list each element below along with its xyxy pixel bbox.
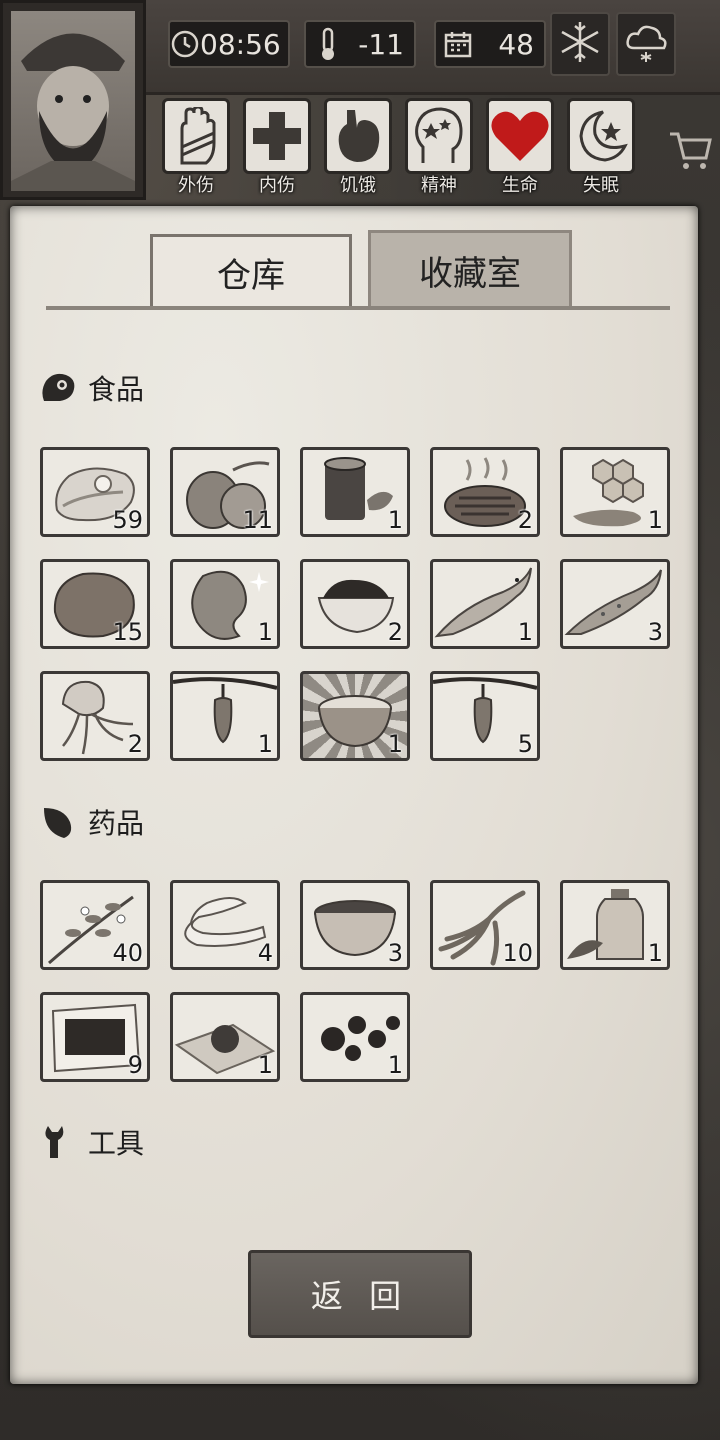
- heart-icon: [486, 98, 554, 174]
- shopping-cart-icon[interactable]: [668, 128, 712, 172]
- item-count: 1: [257, 730, 273, 758]
- item-count: 1: [387, 730, 403, 758]
- inventory-slot[interactable]: 9: [40, 992, 150, 1082]
- clock-readout: 08:56: [168, 20, 290, 68]
- section-title-food: 食品: [38, 366, 144, 410]
- inventory-slot[interactable]: 1: [170, 671, 280, 761]
- tab-label: 收藏室: [419, 254, 521, 294]
- item-count: 2: [387, 618, 403, 646]
- item-count: 59: [112, 506, 143, 534]
- inventory-slot[interactable]: 2: [300, 559, 410, 649]
- inventory-slot[interactable]: 15: [40, 559, 150, 649]
- bearded-man-avatar: [11, 11, 135, 191]
- inventory-slot[interactable]: 1: [300, 992, 410, 1082]
- clock-icon: [170, 22, 200, 66]
- section-title-text: 食品: [88, 373, 145, 406]
- section-title-text: 药品: [88, 807, 145, 840]
- meat-icon: [38, 368, 78, 408]
- item-count: 1: [257, 1051, 273, 1079]
- thermometer-icon: [306, 22, 350, 66]
- item-count: 2: [127, 730, 143, 758]
- inventory-slot[interactable]: 1: [300, 447, 410, 537]
- status-health[interactable]: 生命: [486, 98, 554, 198]
- day-value: 48: [498, 27, 534, 61]
- day-readout: 48: [434, 20, 546, 68]
- inventory-slot[interactable]: 1: [560, 447, 670, 537]
- status-label: 饥饿: [340, 175, 376, 196]
- status-label: 生命: [502, 175, 538, 196]
- return-label: 返 回: [310, 1277, 410, 1315]
- temperature-value: -11: [358, 27, 404, 61]
- inventory-slot[interactable]: 1: [430, 559, 540, 649]
- status-hunger[interactable]: 饥饿: [324, 98, 392, 198]
- section-title-text: 工具: [88, 1127, 145, 1160]
- temperature-readout: -11: [304, 20, 416, 68]
- item-count: 2: [517, 506, 533, 534]
- weather-indicator[interactable]: [616, 12, 676, 76]
- return-button[interactable]: 返 回: [248, 1250, 472, 1338]
- item-count: 5: [517, 730, 533, 758]
- inventory-slot[interactable]: 1: [170, 559, 280, 649]
- status-insomnia[interactable]: 失眠: [567, 98, 635, 198]
- wrench-icon: [38, 1122, 78, 1162]
- inventory-slot[interactable]: 2: [430, 447, 540, 537]
- section-title-tools: 工具: [38, 1120, 144, 1164]
- inventory-slot[interactable]: 10: [430, 880, 540, 970]
- tab-divider: [46, 306, 670, 310]
- inventory-slot[interactable]: 3: [560, 559, 670, 649]
- status-label: 内伤: [259, 175, 295, 196]
- item-count: 1: [517, 618, 533, 646]
- leaf-icon: [38, 802, 78, 842]
- snow-cloud-icon: [622, 18, 670, 70]
- item-count: 40: [112, 939, 143, 967]
- inventory-slot[interactable]: 2: [40, 671, 150, 761]
- inventory-slot[interactable]: 11: [170, 447, 280, 537]
- snowflake-icon: [556, 18, 604, 70]
- time-value: 08:56: [200, 27, 281, 61]
- inventory-slot[interactable]: 3: [300, 880, 410, 970]
- bandaged-hand-icon: [162, 98, 230, 174]
- season-indicator[interactable]: [550, 12, 610, 76]
- item-count: 1: [257, 618, 273, 646]
- calendar-icon: [436, 22, 480, 66]
- section-title-medicine: 药品: [38, 800, 144, 844]
- inventory-slot[interactable]: 1: [560, 880, 670, 970]
- item-count: 1: [387, 506, 403, 534]
- inventory-slot[interactable]: 1: [300, 671, 410, 761]
- stomach-icon: [324, 98, 392, 174]
- item-count: 4: [257, 939, 273, 967]
- item-count: 15: [112, 618, 143, 646]
- tab-label: 仓库: [217, 256, 285, 296]
- tab-collection[interactable]: 收藏室: [368, 230, 572, 308]
- status-external-injury[interactable]: 外伤: [162, 98, 230, 198]
- moon-star-icon: [567, 98, 635, 174]
- status-internal-injury[interactable]: 内伤: [243, 98, 311, 198]
- item-count: 11: [242, 506, 273, 534]
- inventory-slot[interactable]: 40: [40, 880, 150, 970]
- medical-cross-icon: [243, 98, 311, 174]
- item-count: 3: [647, 618, 663, 646]
- inventory-slot[interactable]: 59: [40, 447, 150, 537]
- head-stars-icon: [405, 98, 473, 174]
- item-count: 9: [127, 1051, 143, 1079]
- item-count: 1: [387, 1051, 403, 1079]
- status-label: 外伤: [178, 175, 214, 196]
- item-count: 10: [502, 939, 533, 967]
- inventory-slot[interactable]: 5: [430, 671, 540, 761]
- inventory-slot[interactable]: 1: [170, 992, 280, 1082]
- item-count: 1: [647, 939, 663, 967]
- item-count: 3: [387, 939, 403, 967]
- status-label: 失眠: [583, 175, 619, 196]
- item-count: 1: [647, 506, 663, 534]
- tab-storage[interactable]: 仓库: [150, 234, 352, 308]
- character-portrait[interactable]: [0, 0, 146, 200]
- status-mental[interactable]: 精神: [405, 98, 473, 198]
- status-label: 精神: [421, 175, 457, 196]
- inventory-slot[interactable]: 4: [170, 880, 280, 970]
